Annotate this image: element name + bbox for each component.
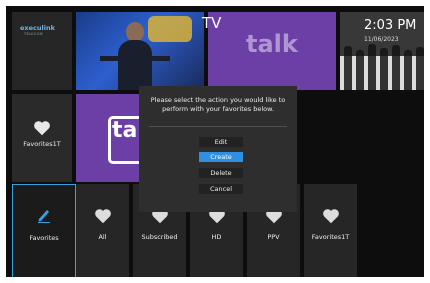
host-arm-left [100, 56, 120, 61]
edit-button[interactable]: Edit [199, 137, 243, 147]
favorites-action-dialog: Please select the action you would like … [139, 86, 297, 212]
brand-name: execulink [20, 24, 55, 32]
person-silhouette [356, 50, 364, 90]
category-label: Favorites [29, 234, 59, 242]
cancel-button[interactable]: Cancel [199, 184, 243, 194]
heart-icon [95, 209, 111, 224]
clock-panel: 2:03 PM 11/06/2023 [340, 12, 424, 56]
show-thumbnail-talk-2[interactable]: ta [76, 94, 146, 182]
brand-logo: execulink TELECOM [12, 12, 72, 90]
category-label: Favorites1T [311, 233, 350, 241]
dialog-message: Please select the action you would like … [150, 96, 286, 113]
thumb-talk-text-2: ta [112, 118, 138, 143]
host-figure-head [126, 22, 144, 42]
heart-icon [34, 121, 50, 136]
favorites-list-label: Favorites1T [23, 140, 61, 148]
create-button[interactable]: Create [199, 152, 243, 162]
page-title: TV [202, 14, 222, 32]
category-label: PPV [267, 233, 280, 241]
dialog-divider [149, 126, 287, 127]
person-silhouette [404, 50, 412, 90]
show-sign-graphic [148, 16, 192, 42]
show-thumbnail-1[interactable] [76, 12, 204, 90]
category-label: Subscribed [141, 233, 178, 241]
delete-button[interactable]: Delete [199, 168, 243, 178]
category-label: HD [211, 233, 222, 241]
thumb-talk-text: talk [246, 30, 298, 58]
favorites-list-tile[interactable]: Favorites1T [12, 94, 72, 182]
tv-screen: execulink TELECOM talk TV 2:03 PM 11/06/… [6, 6, 424, 277]
host-arm-right [150, 56, 170, 61]
category-favorites[interactable]: Favorites [12, 184, 76, 277]
pencil-icon [38, 210, 50, 223]
brand-tagline: TELECOM [24, 32, 43, 36]
heart-icon [323, 209, 339, 224]
clock-date: 11/06/2023 [364, 36, 399, 43]
category-label: All [98, 233, 107, 241]
category-all[interactable]: All [76, 184, 129, 277]
category-favorites1t[interactable]: Favorites1T [304, 184, 357, 277]
host-figure [118, 40, 152, 90]
clock-time: 2:03 PM [364, 18, 417, 33]
show-thumbnail-talk[interactable]: talk [208, 12, 336, 90]
